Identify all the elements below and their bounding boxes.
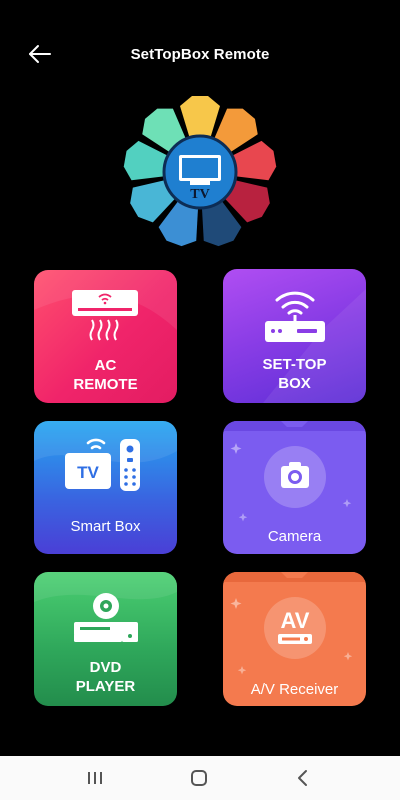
logo-tv-text: TV xyxy=(190,187,209,202)
home-button[interactable] xyxy=(184,766,214,790)
tv-icon xyxy=(179,155,221,185)
app-logo: TV xyxy=(112,92,288,252)
camera-card[interactable]: Camera xyxy=(223,421,366,554)
smart-box-card[interactable]: TV Smart Box xyxy=(34,421,177,554)
back-chevron-icon xyxy=(298,770,307,786)
page-title: SetTopBox Remote xyxy=(130,46,270,63)
smart-box-label: Smart Box xyxy=(70,518,141,535)
ac-label-line1: AC xyxy=(94,357,117,374)
recent-apps-button[interactable] xyxy=(80,766,110,790)
stb-label-line2: BOX xyxy=(278,375,311,392)
nav-back-button[interactable] xyxy=(288,766,318,790)
set-top-box-card[interactable]: SET-TOP BOX xyxy=(223,269,366,403)
av-badge: AV xyxy=(281,608,310,633)
ac-remote-card[interactable]: AC REMOTE xyxy=(34,270,177,403)
system-nav-bar xyxy=(0,756,400,800)
camera-label: Camera xyxy=(267,528,322,545)
dvd-label-line2: PLAYER xyxy=(75,678,136,695)
dvd-player-card[interactable]: DVD PLAYER xyxy=(34,572,177,706)
ac-label-line2: REMOTE xyxy=(73,376,138,393)
av-label: A/V Receiver xyxy=(250,681,339,698)
av-receiver-card[interactable]: AV A/V Receiver xyxy=(223,572,366,706)
recent-apps-icon xyxy=(88,772,102,784)
smart-box-badge: TV xyxy=(77,463,99,482)
home-icon xyxy=(191,770,207,786)
dvd-label-line1: DVD xyxy=(89,659,122,676)
stb-label-line1: SET-TOP xyxy=(262,356,327,373)
